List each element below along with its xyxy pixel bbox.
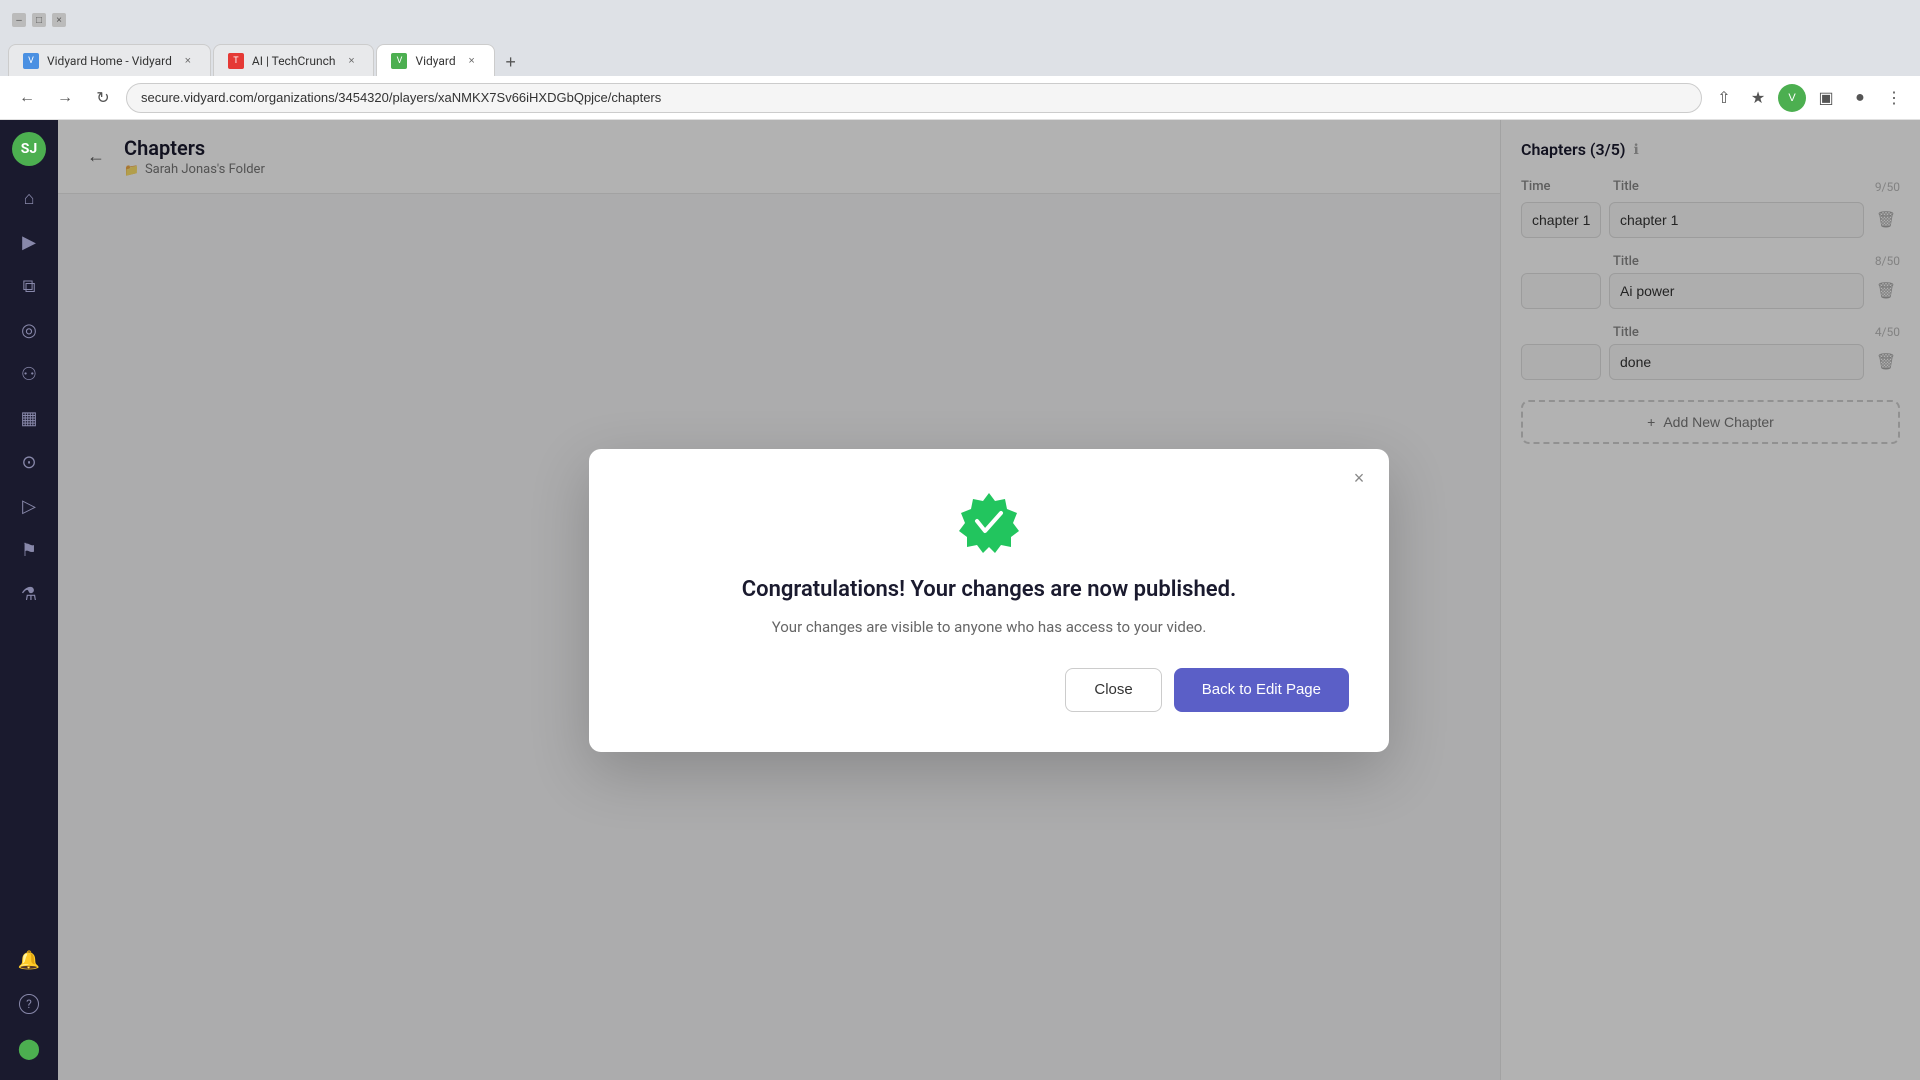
modal-close-button[interactable]: × — [1345, 465, 1373, 493]
sidebar-item-video[interactable]: ▶ — [9, 222, 49, 262]
nav-bar: ← → ↻ ⇧ ★ V ▣ ● ⋮ — [0, 76, 1920, 120]
tab-label-2: AI | TechCrunch — [252, 54, 336, 68]
avatar-initials: SJ — [21, 141, 37, 157]
person-icon: ⊙ — [21, 452, 36, 473]
modal-icon-area — [629, 489, 1349, 553]
sidebar-item-team[interactable]: ⚇ — [9, 354, 49, 394]
sidebar-item-logo[interactable]: ⬤ — [9, 1028, 49, 1068]
vidyard-ext-icon[interactable]: V — [1778, 84, 1806, 112]
sidebar-item-play[interactable]: ▷ — [9, 486, 49, 526]
sidebar-item-chart[interactable]: ▦ — [9, 398, 49, 438]
tab-favicon-2: T — [228, 53, 244, 69]
tab-close-2[interactable]: × — [343, 53, 359, 69]
close-window-button[interactable]: × — [52, 13, 66, 27]
sidebar-bottom: 🔔 ? ⬤ — [9, 940, 49, 1068]
analytics-icon: ◎ — [21, 320, 37, 341]
nav-icons: ⇧ ★ V ▣ ● ⋮ — [1710, 84, 1908, 112]
share-nav-icon[interactable]: ⇧ — [1710, 84, 1738, 112]
vidyard-logo-icon: ⬤ — [18, 1036, 40, 1060]
avatar: SJ — [12, 132, 46, 166]
tab-label-1: Vidyard Home - Vidyard — [47, 54, 172, 68]
tab-vidyard-active[interactable]: V Vidyard × — [376, 44, 494, 76]
home-icon: ⌂ — [24, 188, 35, 209]
team-icon: ⚇ — [21, 364, 37, 385]
success-badge — [957, 489, 1021, 553]
back-to-edit-button[interactable]: Back to Edit Page — [1174, 668, 1349, 712]
tabs-bar: V Vidyard Home - Vidyard × T AI | TechCr… — [0, 40, 1920, 76]
tab-label-3: Vidyard — [415, 54, 455, 68]
share-icon: ⧉ — [23, 276, 36, 297]
address-bar[interactable] — [126, 83, 1702, 113]
window-controls: – □ × — [12, 13, 66, 27]
modal-actions: Close Back to Edit Page — [629, 668, 1349, 712]
labs-icon: ⚗ — [21, 584, 37, 605]
sidebar-item-person[interactable]: ⊙ — [9, 442, 49, 482]
play-icon: ▷ — [22, 496, 36, 517]
help-icon: ? — [19, 994, 39, 1014]
profile-icon[interactable]: ● — [1846, 84, 1874, 112]
graduation-icon: ⚑ — [21, 540, 37, 561]
modal-title: Congratulations! Your changes are now pu… — [629, 577, 1349, 602]
bookmark-icon[interactable]: ★ — [1744, 84, 1772, 112]
sidebar-item-notifications[interactable]: 🔔 — [9, 940, 49, 980]
video-icon: ▶ — [22, 232, 36, 253]
chart-icon: ▦ — [20, 408, 37, 429]
success-checkmark-icon — [957, 489, 1021, 553]
tab-close-1[interactable]: × — [180, 53, 196, 69]
close-icon: × — [1354, 468, 1365, 489]
tab-close-3[interactable]: × — [464, 53, 480, 69]
sidebar-item-home[interactable]: ⌂ — [9, 178, 49, 218]
modal-subtitle: Your changes are visible to anyone who h… — [629, 618, 1349, 636]
puzzle-icon[interactable]: ▣ — [1812, 84, 1840, 112]
forward-nav-button[interactable]: → — [50, 83, 80, 113]
reload-button[interactable]: ↻ — [88, 83, 118, 113]
success-modal: × Congratulations! Your changes are now … — [589, 449, 1389, 752]
maximize-button[interactable]: □ — [32, 13, 46, 27]
sidebar-item-help[interactable]: ? — [9, 984, 49, 1024]
sidebar-item-labs[interactable]: ⚗ — [9, 574, 49, 614]
tab-favicon-3: V — [391, 53, 407, 69]
sidebar-item-analytics[interactable]: ◎ — [9, 310, 49, 350]
menu-icon[interactable]: ⋮ — [1880, 84, 1908, 112]
browser-chrome: – □ × V Vidyard Home - Vidyard × T AI | … — [0, 0, 1920, 120]
title-bar: – □ × — [0, 0, 1920, 40]
modal-overlay: × Congratulations! Your changes are now … — [58, 120, 1920, 1080]
new-tab-button[interactable]: + — [497, 48, 525, 76]
sidebar-item-share[interactable]: ⧉ — [9, 266, 49, 306]
sidebar-item-education[interactable]: ⚑ — [9, 530, 49, 570]
app-layout: SJ ⌂ ▶ ⧉ ◎ ⚇ ▦ ⊙ ▷ ⚑ ⚗ — [0, 120, 1920, 1080]
close-button[interactable]: Close — [1065, 668, 1161, 712]
tab-techcrunch[interactable]: T AI | TechCrunch × — [213, 44, 375, 76]
tab-vidyard-home[interactable]: V Vidyard Home - Vidyard × — [8, 44, 211, 76]
sidebar: SJ ⌂ ▶ ⧉ ◎ ⚇ ▦ ⊙ ▷ ⚑ ⚗ — [0, 120, 58, 1080]
bell-icon: 🔔 — [18, 950, 40, 971]
tab-favicon-1: V — [23, 53, 39, 69]
back-nav-button[interactable]: ← — [12, 83, 42, 113]
main-content: ← Chapters 📁 Sarah Jonas's Folder Chapte… — [58, 120, 1920, 1080]
minimize-button[interactable]: – — [12, 13, 26, 27]
